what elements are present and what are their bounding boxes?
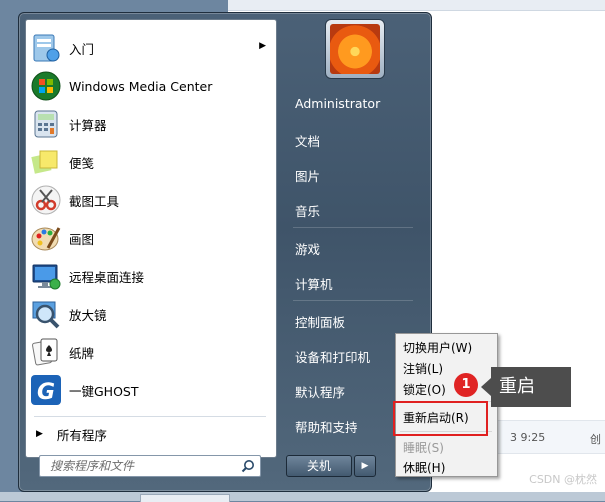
program-magnifier[interactable]: 放大镜 [30, 296, 270, 332]
programs-separator [34, 416, 266, 417]
program-solitaire[interactable]: 纸牌 [30, 334, 270, 370]
right-item-help-support[interactable]: 帮助和支持 [295, 417, 358, 436]
all-programs-label: 所有程序 [56, 427, 107, 443]
watermark: CSDN @枕然 [529, 473, 597, 486]
submenu-hibernate[interactable]: 休眠(H) [403, 459, 445, 476]
calculator-icon [30, 108, 62, 140]
program-label: 便笺 [69, 155, 95, 171]
program-snipping-tool[interactable]: 截图工具 [30, 182, 270, 218]
right-item-user[interactable]: Administrator [295, 96, 380, 111]
step-badge: 1 [454, 373, 478, 397]
right-item-computer[interactable]: 计算机 [295, 274, 333, 293]
program-remote-desktop[interactable]: 远程桌面连接 [30, 258, 270, 294]
search-icon[interactable] [241, 459, 255, 473]
shutdown-options-button[interactable]: ▶ [354, 455, 376, 477]
chevron-right-icon: ▶ [361, 461, 369, 471]
submenu-switch-user[interactable]: 切换用户(W) [403, 339, 472, 356]
program-label: 画图 [69, 231, 95, 247]
callout-label: 重启 [491, 367, 571, 407]
programs-pane: 入门 ▶ Windows Media Center 计算器 便笺 截图工具 画图… [25, 19, 277, 458]
right-item-music[interactable]: 音乐 [295, 201, 320, 220]
program-sticky-notes[interactable]: 便笺 [30, 144, 270, 180]
paint-icon [30, 222, 62, 254]
right-separator [293, 227, 413, 228]
program-paint[interactable]: 画图 [30, 220, 270, 256]
start-menu: 入门 ▶ Windows Media Center 计算器 便笺 截图工具 画图… [18, 12, 432, 492]
shutdown-button[interactable]: 关机 [286, 455, 352, 477]
right-item-control-panel[interactable]: 控制面板 [295, 312, 345, 331]
program-label: Windows Media Center [69, 78, 213, 94]
flower-avatar-icon [330, 24, 380, 74]
program-label: 纸牌 [69, 345, 95, 361]
right-item-default-programs[interactable]: 默认程序 [295, 382, 345, 401]
right-separator [293, 300, 413, 301]
sticky-notes-icon [30, 146, 62, 178]
program-label: 放大镜 [69, 307, 107, 323]
submenu-sleep: 睡眠(S) [403, 441, 444, 455]
right-item-devices-printers[interactable]: 设备和打印机 [295, 347, 370, 366]
search-input[interactable] [48, 458, 242, 474]
program-label: 入门 [69, 41, 95, 57]
program-label: 截图工具 [69, 193, 120, 209]
search-box[interactable] [39, 455, 261, 477]
background-title-band [228, 0, 605, 11]
submenu-log-off[interactable]: 注销(L) [403, 360, 443, 377]
snipping-tool-icon [30, 184, 62, 216]
program-getting-started[interactable]: 入门 ▶ [30, 30, 270, 66]
program-calculator[interactable]: 计算器 [30, 106, 270, 142]
windows-media-center-icon [30, 70, 62, 102]
all-programs-arrow-icon: ▶ [36, 429, 43, 439]
getting-started-icon [30, 32, 62, 64]
program-label: 计算器 [69, 117, 107, 133]
program-ghost[interactable]: G 一键GHOST [30, 372, 270, 408]
user-avatar[interactable] [325, 19, 385, 79]
ghost-icon: G [30, 374, 62, 406]
solitaire-icon [30, 336, 62, 368]
submenu-lock[interactable]: 锁定(O) [403, 381, 446, 398]
all-programs-button[interactable]: ▶ 所有程序 [30, 422, 270, 446]
restart-highlight-box [393, 401, 488, 436]
callout-pointer [481, 378, 491, 396]
background-label: 创 [590, 433, 601, 446]
background-time: 3 9:25 [510, 431, 546, 444]
program-windows-media-center[interactable]: Windows Media Center [30, 68, 270, 104]
right-item-pictures[interactable]: 图片 [295, 166, 320, 185]
right-item-games[interactable]: 游戏 [295, 239, 320, 258]
remote-desktop-icon [30, 260, 62, 292]
submenu-arrow-icon: ▶ [259, 41, 266, 51]
right-item-documents[interactable]: 文档 [295, 131, 320, 150]
svg-text:G: G [37, 380, 55, 405]
program-label: 一键GHOST [69, 383, 139, 399]
magnifier-icon [30, 298, 62, 330]
program-label: 远程桌面连接 [69, 269, 145, 285]
taskbar [0, 492, 605, 501]
